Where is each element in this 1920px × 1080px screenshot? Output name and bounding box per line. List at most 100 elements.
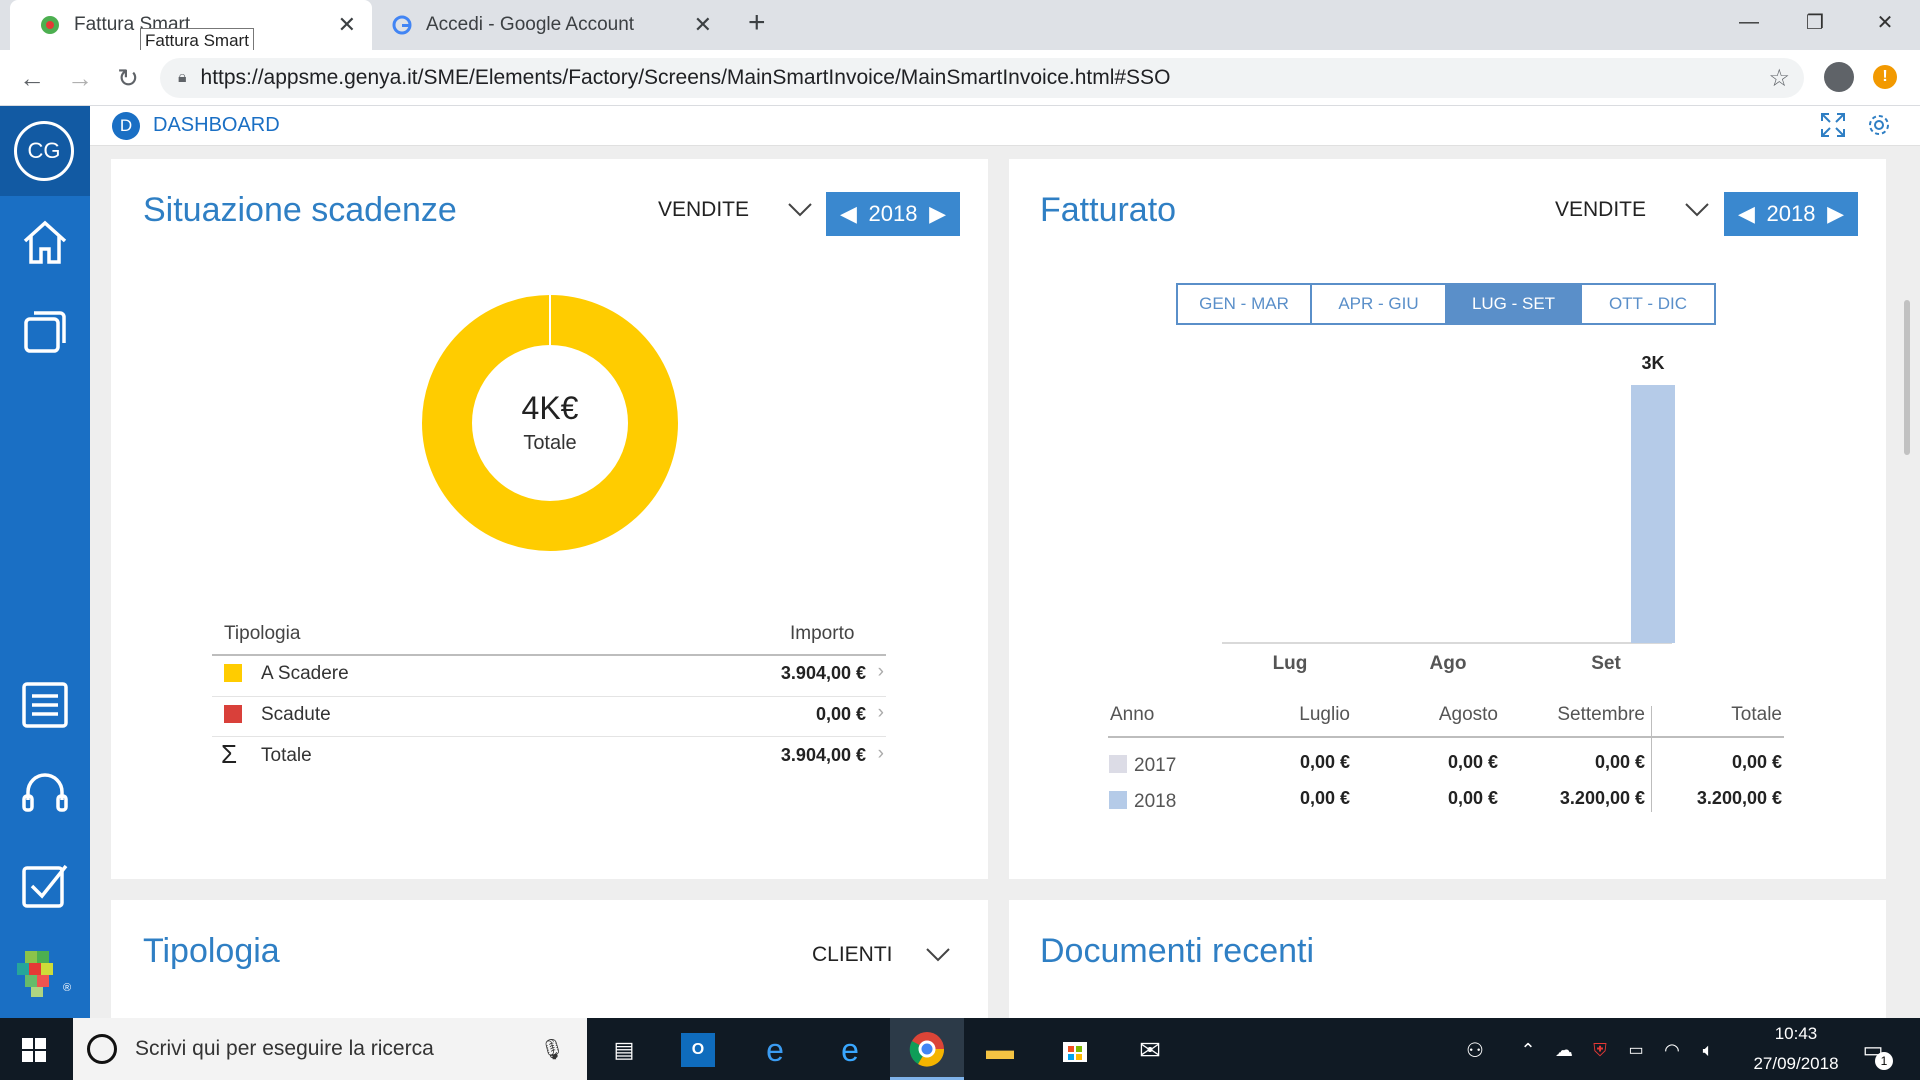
forward-arrow-icon[interactable]: → bbox=[62, 60, 98, 96]
edge-icon[interactable]: e bbox=[755, 1030, 795, 1070]
store-icon[interactable] bbox=[1055, 1030, 1095, 1070]
chrome-alert-icon[interactable]: ! bbox=[1873, 65, 1897, 89]
onedrive-icon[interactable]: ☁ bbox=[1544, 1030, 1584, 1070]
microphone-icon[interactable]: 🎙︎ bbox=[540, 1037, 565, 1062]
chevron-down-icon bbox=[788, 203, 812, 217]
quarter-button-gen-mar[interactable]: GEN - MAR bbox=[1176, 283, 1312, 325]
table-divider bbox=[1108, 736, 1784, 738]
chevron-right-icon: › bbox=[877, 661, 884, 682]
year-value: 2018 bbox=[868, 201, 918, 226]
internet-explorer-icon[interactable]: e bbox=[830, 1030, 870, 1070]
th-agosto: Agosto bbox=[1438, 704, 1498, 725]
windows-start-icon[interactable] bbox=[22, 1038, 46, 1067]
next-year-icon[interactable]: ▶ bbox=[1827, 201, 1844, 227]
fattura-favicon-icon bbox=[40, 15, 60, 35]
scadenze-filter-dropdown[interactable]: VENDITE bbox=[658, 198, 813, 222]
cell-anno: 2017 bbox=[1134, 755, 1177, 776]
dashboard-badge: D bbox=[112, 112, 140, 140]
fullscreen-icon[interactable] bbox=[1820, 112, 1846, 143]
cell-agosto: 0,00 € bbox=[1447, 752, 1498, 772]
prev-year-icon[interactable]: ◀ bbox=[840, 201, 857, 227]
donut-center-value: 4K€ bbox=[521, 390, 579, 426]
fatturato-filter-dropdown[interactable]: VENDITE bbox=[1555, 198, 1710, 222]
clock-date[interactable]: 27/09/2018 bbox=[1736, 1054, 1856, 1074]
mail-icon[interactable]: ✉ bbox=[1130, 1030, 1170, 1070]
scadenze-year-selector: ◀ 2018 ▶ bbox=[826, 192, 960, 236]
restore-button[interactable]: ❐ bbox=[1782, 0, 1848, 44]
filter-value: CLIENTI bbox=[812, 943, 893, 966]
row-amount: 3.904,00 € bbox=[780, 663, 866, 683]
th-settembre: Settembre bbox=[1557, 704, 1645, 725]
prev-year-icon[interactable]: ◀ bbox=[1738, 201, 1755, 227]
next-year-icon[interactable]: ▶ bbox=[929, 201, 946, 227]
google-favicon-icon bbox=[392, 15, 412, 35]
clock-time[interactable]: 10:43 bbox=[1736, 1024, 1856, 1044]
settings-gear-icon[interactable] bbox=[1866, 112, 1892, 143]
new-tab-button[interactable]: + bbox=[748, 6, 766, 40]
cortana-icon bbox=[87, 1034, 117, 1064]
bar-data-label: 3K bbox=[1641, 353, 1664, 373]
quarter-button-apr-giu[interactable]: APR - GIU bbox=[1312, 283, 1447, 325]
reload-icon[interactable]: ↻ bbox=[110, 60, 146, 96]
mcafee-icon[interactable]: ⛨ bbox=[1580, 1030, 1620, 1070]
th-totale: Totale bbox=[1731, 704, 1782, 725]
row-label: Scadute bbox=[261, 704, 331, 725]
battery-icon[interactable]: ▭ bbox=[1616, 1030, 1656, 1070]
tipologia-title: Tipologia bbox=[143, 932, 280, 970]
app-header bbox=[90, 106, 1920, 146]
tipologia-filter-dropdown[interactable]: CLIENTI bbox=[812, 943, 951, 967]
address-bar[interactable]: 🔒︎ https://appsme.genya.it/SME/Elements/… bbox=[160, 58, 1804, 98]
th-luglio: Luglio bbox=[1299, 704, 1350, 725]
close-window-button[interactable]: ✕ bbox=[1852, 0, 1918, 44]
col-tipologia: Tipologia bbox=[224, 623, 301, 644]
scrollbar-thumb[interactable] bbox=[1904, 300, 1910, 455]
back-arrow-icon[interactable]: ← bbox=[14, 60, 50, 96]
file-explorer-icon[interactable]: ▬ bbox=[980, 1030, 1020, 1070]
volume-icon[interactable]: 🔈︎ bbox=[1688, 1030, 1728, 1070]
table-row: 2018 0,00 € 0,00 € 3.200,00 € 3.200,00 € bbox=[1108, 788, 1784, 818]
svg-text:®: ® bbox=[63, 982, 71, 994]
quarter-button-ott-dic[interactable]: OTT - DIC bbox=[1582, 283, 1716, 325]
chevron-down-icon bbox=[1685, 203, 1709, 217]
bookmark-star-icon[interactable]: ☆ bbox=[1768, 64, 1790, 93]
outlook-icon[interactable]: O bbox=[681, 1033, 715, 1067]
bar-set-2018[interactable] bbox=[1631, 385, 1675, 643]
tab-label: Accedi - Google Account bbox=[426, 14, 635, 35]
profile-icon[interactable] bbox=[1824, 62, 1854, 92]
th-anno: Anno bbox=[1110, 704, 1155, 725]
close-tab-icon[interactable]: ✕ bbox=[694, 12, 712, 38]
chevron-up-icon[interactable]: ⌃ bbox=[1508, 1030, 1548, 1070]
row-label: A Scadere bbox=[261, 663, 349, 684]
chevron-right-icon: › bbox=[877, 702, 884, 723]
table-row[interactable]: A Scadere 3.904,00 € › bbox=[212, 657, 886, 697]
home-icon[interactable] bbox=[15, 212, 75, 272]
task-view-icon[interactable]: ▤ bbox=[604, 1030, 644, 1070]
minimize-button[interactable]: — bbox=[1716, 0, 1782, 44]
table-row: 2017 0,00 € 0,00 € 0,00 € 0,00 € bbox=[1108, 752, 1784, 782]
cell-anno: 2018 bbox=[1134, 791, 1177, 812]
quarter-button-lug-set[interactable]: LUG - SET bbox=[1447, 283, 1582, 325]
row-label: Totale bbox=[261, 745, 312, 766]
table-row[interactable]: Σ Totale 3.904,00 € › bbox=[212, 737, 886, 777]
legend-swatch bbox=[224, 664, 242, 682]
year-value: 2018 bbox=[1766, 201, 1816, 226]
close-tab-icon[interactable]: ✕ bbox=[338, 12, 356, 38]
search-placeholder: Scrivi qui per eseguire la ricerca bbox=[135, 1037, 434, 1060]
checkbox-icon[interactable] bbox=[15, 855, 75, 915]
wifi-icon[interactable]: ◠ bbox=[1652, 1030, 1692, 1070]
cell-luglio: 0,00 € bbox=[1299, 752, 1350, 772]
list-icon[interactable] bbox=[15, 675, 75, 735]
people-icon[interactable]: ⚇ bbox=[1455, 1030, 1495, 1070]
pages-icon[interactable] bbox=[15, 302, 75, 362]
cell-agosto: 0,00 € bbox=[1447, 788, 1498, 808]
documenti-title: Documenti recenti bbox=[1040, 932, 1315, 970]
avatar[interactable]: CG bbox=[14, 121, 74, 181]
legend-swatch bbox=[1109, 791, 1127, 809]
legend-swatch bbox=[1109, 755, 1127, 773]
headset-icon[interactable] bbox=[15, 765, 75, 825]
row-amount: 3.904,00 € bbox=[780, 745, 866, 765]
table-row[interactable]: Scadute 0,00 € › bbox=[212, 697, 886, 737]
tab-google-account[interactable]: Accedi - Google Account ✕ bbox=[372, 0, 728, 50]
quarter-selector: GEN - MAR APR - GIU LUG - SET OTT - DIC bbox=[1176, 283, 1716, 325]
taskbar-search-box[interactable]: Scrivi qui per eseguire la ricerca 🎙︎ bbox=[73, 1018, 587, 1080]
